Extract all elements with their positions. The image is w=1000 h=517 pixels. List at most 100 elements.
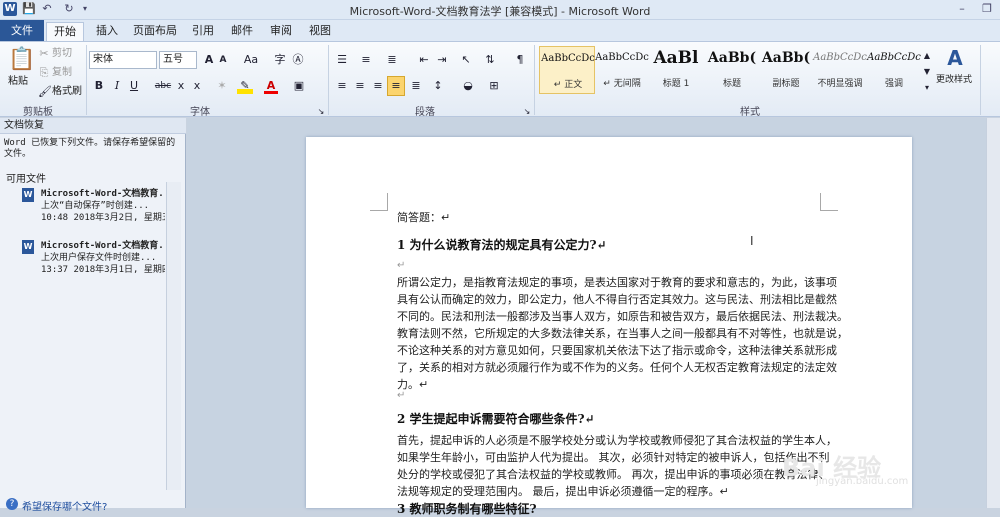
doc-question-2: 2 学生提起申诉需要符合哪些条件?↵ [397, 412, 595, 426]
clipboard-group-label: 剪贴板 [23, 107, 53, 118]
word-document-icon: W [22, 188, 34, 202]
paragraph-group-label: 段落 [415, 107, 435, 118]
subscript-button[interactable]: x [175, 78, 187, 94]
recovered-file-item[interactable]: W Microsoft-Word-文档教育... 上次用户保存文件时创建... … [18, 238, 166, 290]
crop-mark [370, 193, 388, 211]
copy-button[interactable]: 复制 [52, 65, 72, 81]
style-label: ↵ 正文 [553, 80, 583, 90]
borders-icon[interactable]: ⊞ [486, 78, 502, 94]
style-sample: AaBbCcDc [813, 52, 867, 63]
which-file-help-link[interactable]: 希望保存哪个文件? [22, 498, 107, 513]
change-styles-button[interactable]: 更改样式 [936, 72, 976, 88]
recovery-message: Word 已恢复下列文件。请保存希望保留的 文件。 [4, 138, 184, 160]
styles-more-icon[interactable]: ▾ [922, 80, 932, 96]
superscript-button[interactable]: x [191, 78, 203, 94]
show-formatting-icon[interactable]: ¶ [512, 52, 528, 68]
numbering-icon[interactable]: ≡ [358, 52, 374, 68]
styles-group-label: 样式 [740, 107, 760, 118]
format-painter-button[interactable]: 格式刷 [52, 84, 82, 100]
divider [86, 45, 87, 115]
highlight-color-icon[interactable]: ✎ [237, 78, 253, 94]
style-title[interactable]: AaBb( 标题 [704, 46, 760, 94]
styles-scroll-up-icon[interactable]: ▲ [922, 48, 932, 64]
doc-question-3: 3 教师职务制有哪些特征? [397, 502, 537, 516]
document-vertical-scrollbar[interactable] [986, 118, 1000, 508]
format-painter-icon[interactable]: 🖌 [38, 84, 52, 100]
divider [980, 45, 981, 115]
recovery-pane-scrollbar[interactable] [166, 182, 181, 490]
file-time: 10:48 2018年3月2日, 星期五 [41, 213, 165, 223]
shading-icon[interactable]: ◒ [460, 78, 476, 94]
shrink-font-button[interactable]: A [217, 52, 229, 68]
file-time: 13:37 2018年3月1日, 星期四 [41, 265, 165, 275]
style-label: 标题 1 [662, 79, 690, 89]
font-size-dropdown[interactable]: 五号 [159, 51, 197, 69]
recovered-file-item[interactable]: W Microsoft-Word-文档教育... 上次“自动保存”时创建... … [18, 186, 166, 238]
distributed-icon[interactable]: ≣ [408, 78, 424, 94]
style-label: 副标题 [772, 79, 800, 89]
style-sample: AaBb( [761, 50, 811, 66]
tab-file[interactable]: 文件 [0, 20, 44, 41]
tab-mailings[interactable]: 邮件 [229, 22, 255, 41]
style-label: 不明显强调 [817, 79, 863, 89]
italic-button[interactable]: I [111, 78, 123, 94]
divider [328, 45, 329, 115]
font-group-label: 字体 [190, 107, 210, 118]
recovery-message-line: Word 已恢复下列文件。请保存希望保留的 [4, 138, 176, 148]
tab-page-layout[interactable]: 页面布局 [132, 22, 178, 41]
doc-paragraph-line: 法规等规定的受理范围内。 最后，提出申诉必须遵循一定的程序。↵ [397, 485, 729, 498]
style-emphasis[interactable]: AaBbCcDc 强调 [866, 46, 922, 94]
style-sample: AaBbCcDc [867, 52, 921, 63]
paragraph-mark: ↵ [397, 260, 406, 271]
ribbon: 📋 粘贴 ✂ 剪切 ⎘ 复制 🖌 格式刷 剪贴板 宋体 五号 A A Aa 字 … [0, 41, 1000, 118]
style-heading-1[interactable]: AaBl 标题 1 [648, 46, 704, 94]
restore-icon[interactable]: ❐ [980, 2, 994, 16]
grow-font-button[interactable]: A [203, 52, 215, 68]
style-label: 标题 [722, 79, 741, 89]
bullets-icon[interactable]: ☰ [334, 52, 350, 68]
doc-heading-short-answer: 简答题：↵ [397, 211, 451, 224]
cut-button[interactable]: 剪切 [52, 46, 72, 62]
line-spacing-icon[interactable]: ↕ [430, 78, 446, 94]
cut-icon[interactable]: ✂ [38, 46, 50, 62]
paste-button[interactable]: 粘贴 [8, 74, 28, 90]
style-subtitle[interactable]: AaBb( 副标题 [758, 46, 814, 94]
sort-icon[interactable]: ⇅ [482, 52, 498, 68]
bold-button[interactable]: B [93, 78, 105, 94]
text-effects-icon[interactable]: ✶ [214, 78, 230, 94]
center-icon[interactable]: ≡ [352, 78, 368, 94]
change-styles-icon[interactable]: A [942, 46, 968, 70]
font-color-icon[interactable]: A [264, 78, 278, 94]
style-normal[interactable]: AaBbCcDc ↵ 正文 [539, 46, 595, 94]
enclose-characters-icon[interactable]: Ⓐ [290, 52, 306, 68]
tab-home[interactable]: 开始 [46, 22, 84, 41]
copy-icon[interactable]: ⎘ [38, 65, 50, 81]
align-left-icon[interactable]: ≡ [334, 78, 350, 94]
tab-review[interactable]: 审阅 [268, 22, 294, 41]
tab-view[interactable]: 视图 [307, 22, 333, 41]
document-recovery-pane: 文档恢复 Word 已恢复下列文件。请保存希望保留的 文件。 可用文件 W Mi… [0, 118, 186, 513]
chinese-layout-icon[interactable]: ↖ [458, 52, 474, 68]
character-shading-icon[interactable]: ▣ [292, 78, 306, 94]
decrease-indent-icon[interactable]: ⇤ [416, 52, 432, 68]
font-name-dropdown[interactable]: 宋体 [89, 51, 157, 69]
window-title: Microsoft-Word-文档教育法学 [兼容模式] - Microsoft… [349, 5, 651, 18]
underline-button[interactable]: U [128, 78, 140, 94]
minimize-icon[interactable]: – [955, 2, 969, 16]
phonetic-guide-icon[interactable]: 字 [272, 52, 288, 68]
justify-icon[interactable]: ≡ [387, 76, 405, 96]
style-subtle-emphasis[interactable]: AaBbCcDc 不明显强调 [812, 46, 868, 94]
multilevel-list-icon[interactable]: ≣ [384, 52, 400, 68]
style-sample: AaBbCcDc [595, 52, 649, 63]
strikethrough-button[interactable]: abc [153, 78, 173, 94]
tab-references[interactable]: 引用 [190, 22, 216, 41]
change-case-button[interactable]: Aa [242, 52, 260, 68]
styles-scroll-down-icon[interactable]: ▼ [922, 64, 932, 80]
paste-icon[interactable]: 📋 [8, 46, 35, 74]
style-no-spacing[interactable]: AaBbCcDc ↵ 无间隔 [594, 46, 650, 94]
increase-indent-icon[interactable]: ⇥ [434, 52, 450, 68]
recovery-pane-title: 文档恢复 [0, 118, 186, 134]
tab-insert[interactable]: 插入 [92, 22, 122, 41]
align-right-icon[interactable]: ≡ [370, 78, 386, 94]
style-label: 强调 [884, 79, 903, 89]
